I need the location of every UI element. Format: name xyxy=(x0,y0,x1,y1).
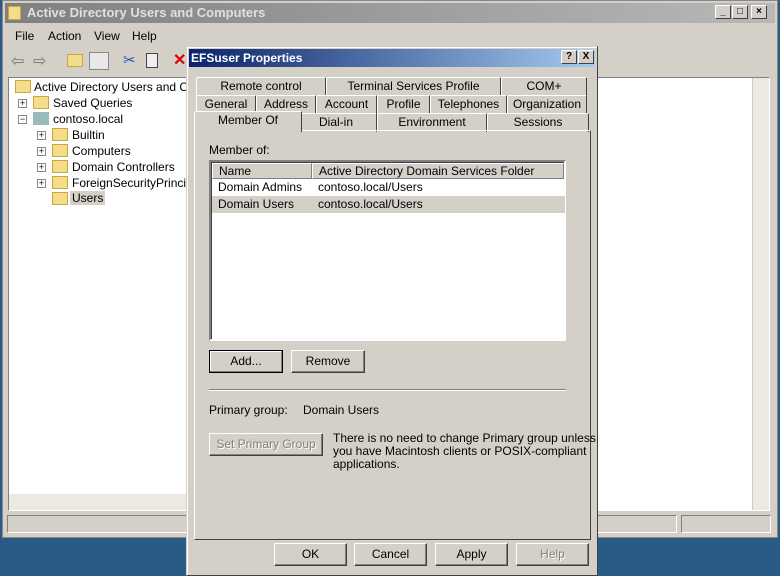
properties-dialog: EFSuser Properties ? X Remote control Te… xyxy=(186,46,598,576)
dialog-title: EFSuser Properties xyxy=(191,51,303,65)
row-name: Domain Users xyxy=(218,197,295,211)
app-icon xyxy=(8,6,21,20)
show-console-tree-icon[interactable] xyxy=(89,52,109,70)
member-of-list[interactable]: Name Active Directory Domain Services Fo… xyxy=(209,160,566,341)
table-row-selected[interactable]: Domain Users contoso.local/Users xyxy=(212,196,565,213)
collapse-icon[interactable]: − xyxy=(18,115,27,124)
main-title-bar[interactable]: Active Directory Users and Computers xyxy=(5,3,775,23)
tab-profile[interactable]: Profile xyxy=(377,95,430,114)
folder-icon xyxy=(52,144,68,157)
horizontal-scrollbar[interactable] xyxy=(9,494,189,510)
remove-button[interactable]: Remove xyxy=(291,350,365,373)
delete-icon[interactable]: ✕ xyxy=(173,50,186,70)
primary-group-label: Primary group: xyxy=(209,403,288,417)
set-primary-group-button[interactable]: Set Primary Group xyxy=(209,433,323,456)
close-button[interactable]: × xyxy=(751,5,767,19)
help-dialog-button[interactable]: Help xyxy=(516,543,589,566)
status-bar-panel xyxy=(681,515,771,533)
dialog-title-bar[interactable]: EFSuser Properties xyxy=(189,49,595,67)
primary-group-value: Domain Users xyxy=(303,403,380,417)
row-folder: contoso.local/Users xyxy=(318,197,423,211)
column-header-folder[interactable]: Active Directory Domain Services Folder xyxy=(312,163,564,179)
root-icon xyxy=(15,80,31,93)
tab-terminal-services-profile[interactable]: Terminal Services Profile xyxy=(326,77,501,96)
cancel-button[interactable]: Cancel xyxy=(354,543,427,566)
tree-item-users[interactable]: Users xyxy=(70,191,106,205)
expand-icon[interactable]: + xyxy=(37,163,46,172)
menu-view[interactable]: View xyxy=(94,29,120,43)
column-header-name[interactable]: Name xyxy=(212,163,312,179)
add-button[interactable]: Add... xyxy=(209,350,283,373)
tab-com-plus[interactable]: COM+ xyxy=(501,77,587,96)
minimize-button[interactable]: _ xyxy=(715,5,731,19)
ok-button[interactable]: OK xyxy=(274,543,347,566)
table-row[interactable]: Domain Admins contoso.local/Users xyxy=(212,179,565,196)
expand-icon[interactable]: + xyxy=(37,147,46,156)
back-icon[interactable]: ⇦ xyxy=(11,51,24,71)
note-line: applications. xyxy=(333,457,400,471)
tree-item-builtin[interactable]: Builtin xyxy=(72,128,105,142)
tree-item-saved-queries[interactable]: Saved Queries xyxy=(53,96,132,110)
paste-icon[interactable] xyxy=(146,53,158,68)
tree-item-domain-controllers[interactable]: Domain Controllers xyxy=(72,160,175,174)
menu-file[interactable]: File xyxy=(15,29,34,43)
menu-help[interactable]: Help xyxy=(132,29,157,43)
folder-icon xyxy=(33,96,49,109)
expand-icon[interactable]: + xyxy=(18,99,27,108)
expand-icon[interactable]: + xyxy=(37,131,46,140)
member-of-label: Member of: xyxy=(209,143,270,157)
separator xyxy=(209,389,566,391)
forward-icon[interactable]: ⇨ xyxy=(33,51,46,71)
up-folder-icon[interactable] xyxy=(67,54,83,67)
menu-action[interactable]: Action xyxy=(48,29,81,43)
folder-icon xyxy=(52,192,68,205)
dialog-close-button[interactable]: X xyxy=(578,50,594,64)
row-folder: contoso.local/Users xyxy=(318,180,423,194)
domain-icon xyxy=(33,112,49,125)
tab-telephones[interactable]: Telephones xyxy=(430,95,507,114)
row-name: Domain Admins xyxy=(218,180,303,194)
apply-button[interactable]: Apply xyxy=(435,543,508,566)
tab-member-of[interactable]: Member Of xyxy=(194,111,302,132)
ou-folder-icon xyxy=(52,160,68,173)
tab-account[interactable]: Account xyxy=(316,95,377,114)
window-title: Active Directory Users and Computers xyxy=(27,5,266,20)
help-button[interactable]: ? xyxy=(561,50,577,64)
cut-icon[interactable]: ✂ xyxy=(123,51,136,69)
tree-item-computers[interactable]: Computers xyxy=(72,144,131,158)
vertical-scrollbar[interactable] xyxy=(752,78,769,510)
maximize-button[interactable]: □ xyxy=(732,5,748,19)
tree-item-contoso-local[interactable]: contoso.local xyxy=(53,112,123,126)
folder-icon xyxy=(52,128,68,141)
tab-remote-control[interactable]: Remote control xyxy=(196,77,326,96)
tab-organization[interactable]: Organization xyxy=(507,95,587,114)
primary-group-note: There is no need to change Primary group… xyxy=(333,432,596,471)
folder-icon xyxy=(52,176,68,189)
expand-icon[interactable]: + xyxy=(37,179,46,188)
